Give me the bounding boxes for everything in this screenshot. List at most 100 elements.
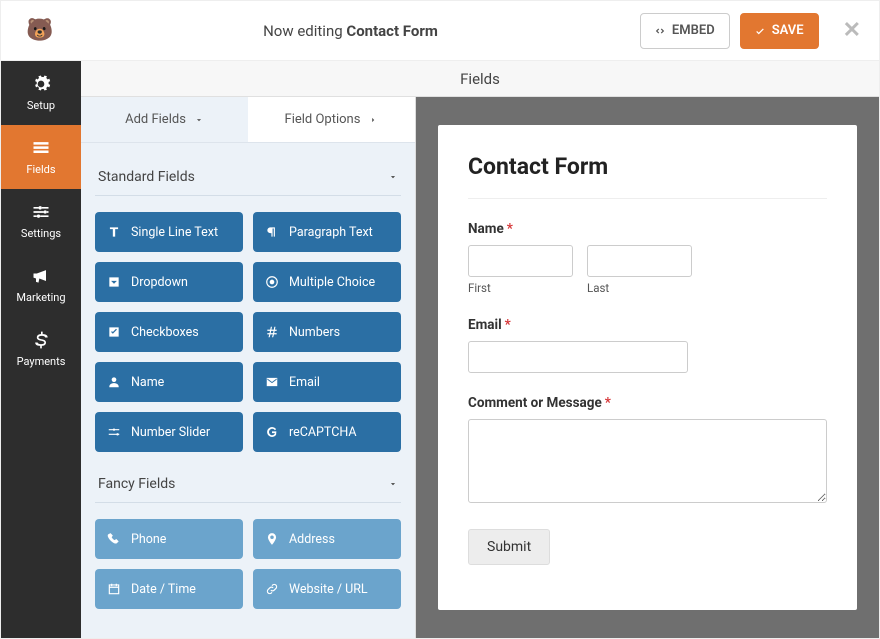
input-email[interactable] <box>468 341 688 373</box>
save-button[interactable]: SAVE <box>740 13 819 49</box>
tile-single-line-text[interactable]: Single Line Text <box>95 212 243 252</box>
list-icon <box>31 138 51 158</box>
hash-icon <box>265 325 279 339</box>
nav-label: Marketing <box>16 291 65 304</box>
tab-field-options[interactable]: Field Options <box>248 97 415 142</box>
sliders-icon <box>31 202 51 222</box>
tab-label: Field Options <box>285 112 361 127</box>
tile-multiple-choice[interactable]: Multiple Choice <box>253 262 401 302</box>
tile-date-time[interactable]: Date / Time <box>95 569 243 609</box>
text-icon <box>107 225 121 239</box>
chevron-down-icon <box>194 115 204 125</box>
panel-tabs: Add Fields Field Options <box>81 97 415 143</box>
group-fancy-fields[interactable]: Fancy Fields <box>95 464 401 503</box>
required-mark: * <box>507 221 513 237</box>
tile-website-url[interactable]: Website / URL <box>253 569 401 609</box>
field-comment[interactable]: Comment or Message* <box>468 395 827 507</box>
logo: 🐻 <box>19 10 61 52</box>
nav-fields[interactable]: Fields <box>1 125 81 189</box>
tile-label: Website / URL <box>289 582 368 597</box>
tile-recaptcha[interactable]: reCAPTCHA <box>253 412 401 452</box>
field-name[interactable]: Name* First Last <box>468 221 827 295</box>
group-title: Standard Fields <box>98 169 195 185</box>
caret-square-icon <box>107 275 121 289</box>
google-icon <box>265 425 279 439</box>
group-standard-fields[interactable]: Standard Fields <box>95 157 401 196</box>
required-mark: * <box>505 317 511 333</box>
tile-label: reCAPTCHA <box>289 425 357 440</box>
tile-paragraph-text[interactable]: Paragraph Text <box>253 212 401 252</box>
topbar: 🐻 Now editing Contact Form EMBED SAVE ✕ <box>1 1 879 61</box>
sidebar: Setup Fields Settings Marketing Payments <box>1 61 81 638</box>
link-icon <box>265 582 279 596</box>
chevron-down-icon <box>388 479 398 489</box>
left-panel: Add Fields Field Options Standard Fields <box>81 97 416 638</box>
tab-add-fields[interactable]: Add Fields <box>81 97 248 142</box>
close-button[interactable]: ✕ <box>843 18 861 43</box>
sublabel-last: Last <box>587 281 692 295</box>
tile-name[interactable]: Name <box>95 362 243 402</box>
checkbox-icon <box>107 325 121 339</box>
tile-dropdown[interactable]: Dropdown <box>95 262 243 302</box>
panel-header: Fields <box>81 61 879 97</box>
required-mark: * <box>605 395 611 411</box>
tiles-standard: Single Line Text Paragraph Text Dropdown… <box>95 196 401 464</box>
mail-icon <box>265 375 279 389</box>
tile-label: Phone <box>131 532 166 547</box>
body: Setup Fields Settings Marketing Payments… <box>1 61 879 638</box>
bear-icon: 🐻 <box>26 20 53 42</box>
nav-setup[interactable]: Setup <box>1 61 81 125</box>
submit-button[interactable]: Submit <box>468 529 550 565</box>
gear-icon <box>31 74 51 94</box>
tile-label: Number Slider <box>131 425 210 440</box>
tile-numbers[interactable]: Numbers <box>253 312 401 352</box>
nav-label: Payments <box>17 355 66 368</box>
field-email[interactable]: Email* <box>468 317 827 373</box>
code-icon <box>655 26 665 36</box>
tile-address[interactable]: Address <box>253 519 401 559</box>
tile-email[interactable]: Email <box>253 362 401 402</box>
nav-label: Setup <box>27 99 55 112</box>
nav-label: Fields <box>26 163 55 176</box>
chevron-right-icon <box>368 115 378 125</box>
radio-icon <box>265 275 279 289</box>
tile-label: Single Line Text <box>131 225 218 240</box>
panel-scroll[interactable]: Standard Fields Single Line Text Paragra… <box>81 143 415 638</box>
dollar-icon <box>31 330 51 350</box>
nav-label: Settings <box>21 227 61 240</box>
tile-checkboxes[interactable]: Checkboxes <box>95 312 243 352</box>
bullhorn-icon <box>31 266 51 286</box>
nav-marketing[interactable]: Marketing <box>1 253 81 317</box>
input-first-name[interactable] <box>468 245 573 277</box>
sublabel-first: First <box>468 281 573 295</box>
tab-label: Add Fields <box>125 112 186 127</box>
split: Add Fields Field Options Standard Fields <box>81 97 879 638</box>
phone-icon <box>107 532 121 546</box>
nav-payments[interactable]: Payments <box>1 317 81 381</box>
group-title: Fancy Fields <box>98 476 175 492</box>
tile-label: Checkboxes <box>131 325 199 340</box>
tile-label: Email <box>289 375 320 390</box>
save-label: SAVE <box>772 23 804 38</box>
label-name: Name* <box>468 221 827 237</box>
editing-form-name: Contact Form <box>346 22 437 40</box>
app-root: 🐻 Now editing Contact Form EMBED SAVE ✕ … <box>0 0 880 639</box>
calendar-icon <box>107 582 121 596</box>
tile-number-slider[interactable]: Number Slider <box>95 412 243 452</box>
pin-icon <box>265 532 279 546</box>
embed-button[interactable]: EMBED <box>640 13 730 49</box>
slider-icon <box>107 425 121 439</box>
tile-label: Paragraph Text <box>289 225 373 240</box>
tile-label: Dropdown <box>131 275 188 290</box>
tiles-fancy: Phone Address Date / Time Website / URL <box>95 503 401 621</box>
editing-title: Now editing Contact Form <box>61 22 640 40</box>
input-last-name[interactable] <box>587 245 692 277</box>
nav-settings[interactable]: Settings <box>1 189 81 253</box>
main: Fields Add Fields Field Options <box>81 61 879 638</box>
tile-phone[interactable]: Phone <box>95 519 243 559</box>
input-comment[interactable] <box>468 419 827 503</box>
form-preview[interactable]: Contact Form Name* First <box>438 125 857 610</box>
tile-label: Date / Time <box>131 582 196 597</box>
tile-label: Address <box>289 532 335 547</box>
chevron-down-icon <box>388 172 398 182</box>
